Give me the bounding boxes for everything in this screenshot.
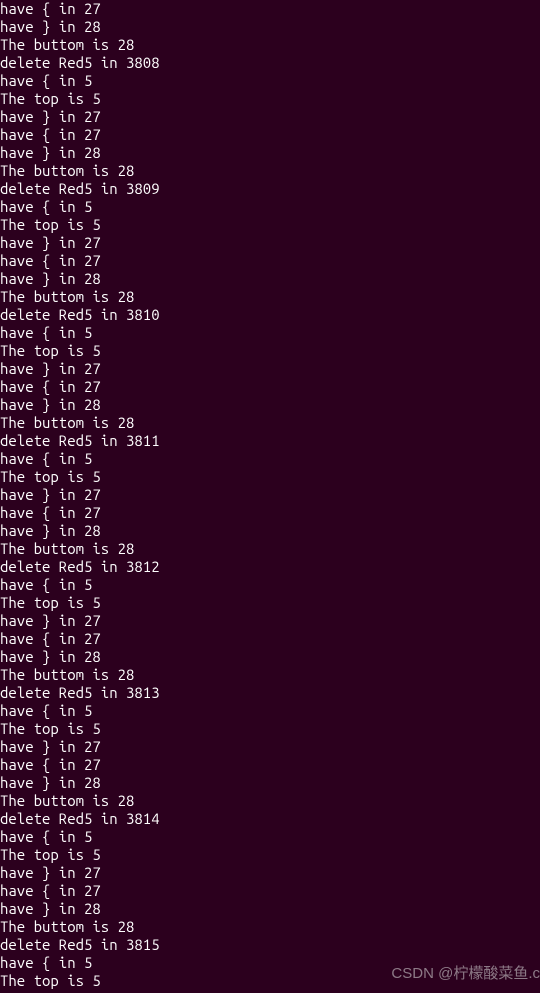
terminal-line: The top is 5 [0,342,540,360]
terminal-line: have { in 27 [0,0,540,18]
terminal-line: The top is 5 [0,720,540,738]
terminal-line: have { in 5 [0,954,540,972]
terminal-line: have { in 5 [0,324,540,342]
terminal-line: have } in 27 [0,864,540,882]
terminal-line: The buttom is 28 [0,414,540,432]
terminal-line: have { in 5 [0,450,540,468]
terminal-line: The buttom is 28 [0,540,540,558]
terminal-line: have } in 28 [0,774,540,792]
terminal-line: have { in 27 [0,378,540,396]
terminal-line: The top is 5 [0,972,540,990]
terminal-line: The top is 5 [0,216,540,234]
terminal-line: The top is 5 [0,468,540,486]
terminal-line: have { in 27 [0,252,540,270]
terminal-line: have } in 27 [0,612,540,630]
terminal-line: The buttom is 28 [0,666,540,684]
terminal-line: have { in 27 [0,504,540,522]
terminal-line: The buttom is 28 [0,162,540,180]
terminal-line: have { in 5 [0,828,540,846]
terminal-line: have } in 27 [0,360,540,378]
terminal-line: have { in 5 [0,576,540,594]
terminal-line: have } in 28 [0,396,540,414]
terminal-line: The buttom is 28 [0,288,540,306]
terminal-line: The top is 5 [0,594,540,612]
terminal-line: delete Red5 in 3814 [0,810,540,828]
terminal-line: The top is 5 [0,90,540,108]
terminal-line: delete Red5 in 3811 [0,432,540,450]
terminal-line: The buttom is 28 [0,792,540,810]
terminal-line: have } in 28 [0,270,540,288]
terminal-line: have { in 27 [0,756,540,774]
terminal-line: have } in 28 [0,900,540,918]
terminal-line: have { in 27 [0,126,540,144]
terminal-line: delete Red5 in 3810 [0,306,540,324]
terminal-line: delete Red5 in 3809 [0,180,540,198]
terminal-line: have } in 28 [0,144,540,162]
terminal-line: have { in 27 [0,882,540,900]
terminal-line: have { in 27 [0,630,540,648]
terminal-line: delete Red5 in 3813 [0,684,540,702]
terminal-line: have } in 28 [0,522,540,540]
terminal-line: have } in 28 [0,18,540,36]
terminal-line: The buttom is 28 [0,36,540,54]
terminal-line: have { in 5 [0,72,540,90]
terminal-line: have } in 27 [0,486,540,504]
terminal-line: delete Red5 in 3812 [0,558,540,576]
terminal-line: have } in 27 [0,108,540,126]
terminal-line: have } in 27 [0,234,540,252]
terminal-line: have } in 27 [0,738,540,756]
terminal-line: The top is 5 [0,846,540,864]
terminal-line: have } in 28 [0,648,540,666]
terminal-line: delete Red5 in 3808 [0,54,540,72]
terminal-line: The buttom is 28 [0,918,540,936]
terminal-line: delete Red5 in 3815 [0,936,540,954]
terminal-line: have { in 5 [0,198,540,216]
terminal-line: have { in 5 [0,702,540,720]
terminal-output: have { in 27have } in 28The buttom is 28… [0,0,540,990]
